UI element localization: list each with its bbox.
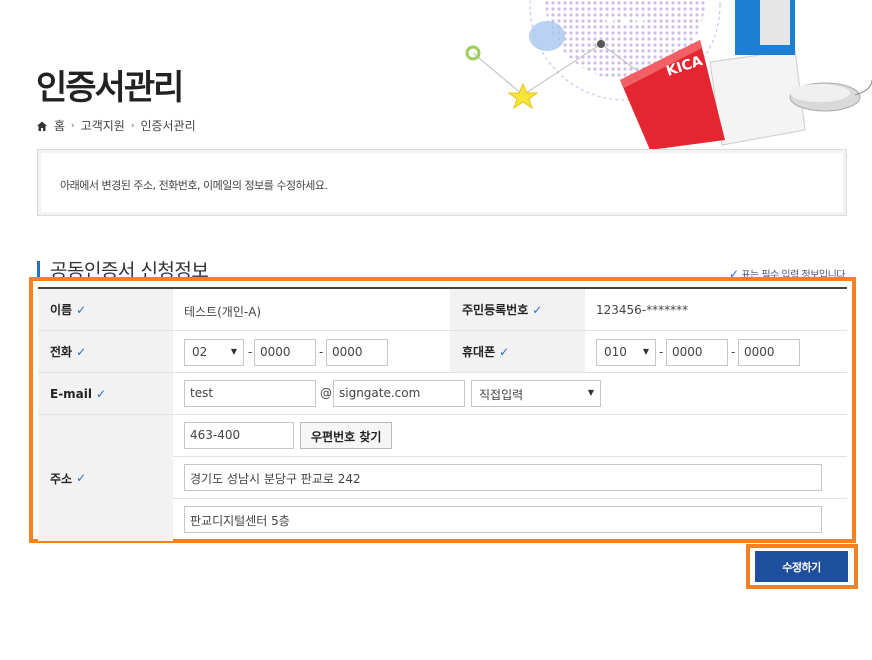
mobile-dash: - [731,345,736,359]
email-domain-input[interactable]: signgate.com [333,380,465,407]
name-label: 이름 ✓ [38,289,173,330]
check-icon: ✓ [499,344,510,359]
notice-text: 아래에서 변경된 주소, 전화번호, 이메일의 정보를 수정하세요. [60,179,328,192]
hero-illustration: KICA [460,0,872,150]
email-id-input[interactable]: test [184,380,316,407]
phone-last-input[interactable]: 0000 [326,339,388,366]
zipcode-row: 463-400 우편번호 찾기 [173,415,847,457]
row-address: 주소 ✓ 463-400 우편번호 찾기 경기도 성남시 분당구 판교로 242… [38,415,847,541]
chevron-right-icon: › [130,120,135,131]
address-label-text: 주소 [50,471,73,486]
row-name: 이름 ✓ 테스트(개인-A) 주민등록번호 ✓ 123456-******* [38,289,847,331]
row-phone: 전화 ✓ 02 ▼ - 0000 - 0000 휴대폰 ✓ 010 ▼ - 00… [38,331,847,373]
phone-dash: - [248,345,253,359]
email-label-text: E-mail [50,386,93,401]
check-icon: ✓ [76,344,87,359]
phone-mid-input[interactable]: 0000 [254,339,316,366]
dropdown-arrow-icon: ▼ [230,347,237,356]
breadcrumb: 홈 › 고객지원 › 인증서관리 [36,117,196,134]
phone-label: 전화 ✓ [38,331,173,372]
home-icon[interactable] [36,120,48,132]
email-label: E-mail ✓ [38,373,173,414]
email-at-sign: @ [320,386,332,400]
email-domain-select-value: 직접입력 [479,388,524,402]
address1-input[interactable]: 경기도 성남시 분당구 판교로 242 [184,464,822,491]
address-label: 주소 ✓ [38,415,173,541]
name-value: 테스트(개인-A) [184,305,262,319]
chevron-right-icon: › [71,120,75,131]
dropdown-arrow-icon: ▼ [587,388,594,397]
mobile-dash: - [659,345,664,359]
section-title-bar [37,260,40,279]
email-domain-select[interactable]: 직접입력 ▼ [471,380,601,407]
rrn-label-text: 주민등록번호 [462,303,529,317]
mobile-last-input[interactable]: 0000 [738,339,800,366]
mobile-label-text: 휴대폰 [462,345,496,359]
find-zipcode-button[interactable]: 우편번호 찾기 [300,422,393,449]
address1-row: 경기도 성남시 분당구 판교로 242 [173,457,847,499]
breadcrumb-support[interactable]: 고객지원 [81,117,125,134]
page-title: 인증서관리 [36,68,184,108]
breadcrumb-home[interactable]: 홈 [54,117,65,134]
submit-button[interactable]: 수정하기 [755,551,848,582]
phone-dash: - [319,345,324,359]
mobile-mid-input[interactable]: 0000 [666,339,728,366]
mobile-label: 휴대폰 ✓ [450,331,585,372]
check-icon: ✓ [76,471,87,485]
address2-input[interactable]: 판교디지털센터 5층 [184,506,822,533]
check-icon: ✓ [96,386,107,401]
breadcrumb-current: 인증서관리 [140,119,196,133]
notice-box: 아래에서 변경된 주소, 전화번호, 이메일의 정보를 수정하세요. [37,149,847,216]
phone-label-text: 전화 [50,345,73,359]
phone-area-select[interactable]: 02 ▼ [184,339,244,366]
application-info-form: 이름 ✓ 테스트(개인-A) 주민등록번호 ✓ 123456-******* 전… [38,287,847,541]
phone-area-value: 02 [192,345,208,359]
rrn-value: 123456-******* [596,303,689,317]
dropdown-arrow-icon: ▼ [642,347,649,356]
check-icon: ✓ [76,302,87,317]
rrn-label: 주민등록번호 ✓ [450,289,585,330]
name-label-text: 이름 [50,303,73,317]
address2-row: 판교디지털센터 5층 [173,499,847,541]
check-icon: ✓ [532,302,543,317]
zipcode-input[interactable]: 463-400 [184,422,294,449]
row-email: E-mail ✓ test @ signgate.com 직접입력 ▼ [38,373,847,415]
mobile-prefix-value: 010 [604,345,627,359]
mobile-prefix-select[interactable]: 010 ▼ [596,339,656,366]
